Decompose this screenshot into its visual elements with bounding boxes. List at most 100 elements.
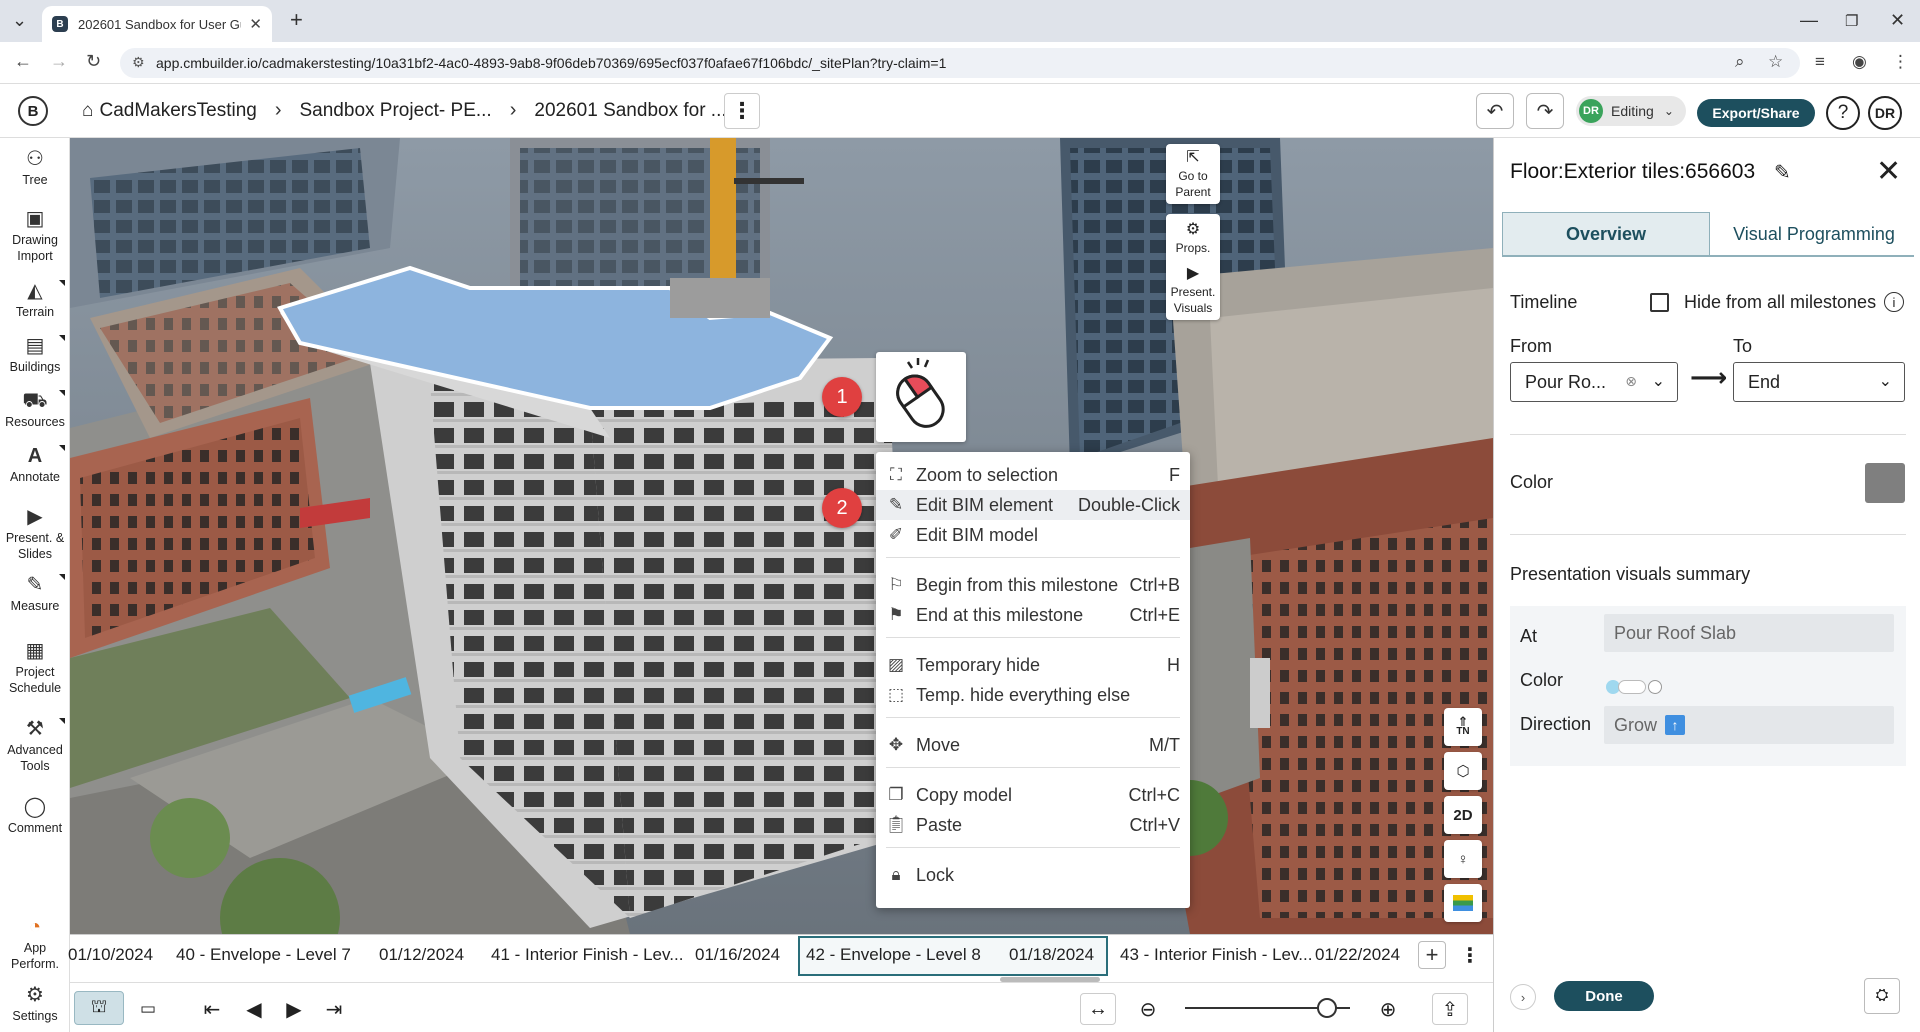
add-milestone-button[interactable]: + (1418, 941, 1446, 969)
forward-icon[interactable]: → (50, 51, 68, 72)
3d-viewport[interactable]: ⇱ Go to Parent ⚙ Props. ▶ Present. Visuals… (70, 138, 1493, 934)
milestone-date[interactable]: 01/10/2024 (68, 945, 153, 965)
export-timeline-button[interactable]: ⇪ (1432, 993, 1468, 1025)
tool-present-slides[interactable]: ▶ Present. & Slides (0, 506, 70, 562)
zoom-in-button[interactable]: ⊕ (1370, 993, 1406, 1025)
breadcrumb-org[interactable]: CadMakersTesting (99, 100, 256, 122)
breadcrumb-model[interactable]: 202601 Sandbox for ... (534, 100, 726, 122)
expand-panel-icon[interactable]: › (1510, 984, 1536, 1010)
bookmark-star-icon[interactable]: ☆ (1768, 52, 1783, 72)
tool-tree[interactable]: ⚇ Tree (0, 148, 70, 188)
site-info-icon[interactable]: ⚙ (132, 54, 145, 71)
clear-icon[interactable]: ⊗ (1625, 373, 1637, 390)
color-swatch[interactable] (1865, 463, 1905, 503)
milestone-label[interactable]: 42 - Envelope - Level 8 (806, 945, 981, 965)
true-north-button[interactable]: ⇑ TN (1444, 708, 1482, 746)
menu-item-temporary-hide[interactable]: ▨ Temporary hide H (876, 650, 1190, 680)
view-cube-button[interactable]: ⬡ (1444, 752, 1482, 790)
close-tab-icon[interactable]: ✕ (249, 15, 262, 33)
menu-item-begin-from-milestone[interactable]: ⚐ Begin from this milestone Ctrl+B (876, 570, 1190, 600)
milestone-date[interactable]: 01/12/2024 (379, 945, 464, 965)
menu-item-end-at-milestone[interactable]: ⚑ End at this milestone Ctrl+E (876, 600, 1190, 630)
new-tab-icon[interactable]: + (290, 7, 303, 33)
menu-item-move[interactable]: ✥ Move M/T (876, 730, 1190, 760)
more-options-button[interactable]: ⋮ (724, 93, 760, 129)
tab-list-icon[interactable]: ⌄ (12, 10, 27, 31)
play-button[interactable]: ▶ (276, 993, 312, 1025)
milestone-date[interactable]: 01/22/2024 (1315, 945, 1400, 965)
last-milestone-button[interactable]: ⇥ (316, 993, 352, 1025)
menu-item-edit-bim-model[interactable]: ✐ Edit BIM model (876, 520, 1190, 550)
milestone-date[interactable]: 01/18/2024 (1009, 945, 1094, 965)
info-icon[interactable]: i (1884, 292, 1904, 312)
presentation-view-button[interactable]: ▭ (130, 993, 166, 1025)
toggle-2d-button[interactable]: 2D (1444, 796, 1482, 834)
model-settings-icon[interactable]: ⛭ (1864, 978, 1900, 1014)
browser-menu-icon[interactable]: ⋮ (1892, 52, 1909, 72)
timeline-more-icon[interactable]: ⋮ (1458, 941, 1482, 969)
hide-from-milestones-checkbox[interactable] (1650, 293, 1669, 312)
tool-buildings[interactable]: ▤ Buildings (0, 335, 70, 375)
tool-advanced-tools[interactable]: ⚒ Advanced Tools (0, 718, 70, 774)
app-logo[interactable]: B (18, 96, 48, 126)
tool-resources[interactable]: ⛟ Resources (0, 390, 70, 430)
tool-project-schedule[interactable]: ▦ Project Schedule (0, 640, 70, 696)
restore-icon[interactable]: ❐ (1845, 12, 1858, 30)
tool-comment[interactable]: ◯ Comment (0, 796, 70, 836)
from-dropdown[interactable]: Pour Ro... ⊗ ⌄ (1510, 362, 1678, 402)
tab-overview[interactable]: Overview (1502, 212, 1710, 256)
tab-visual-programming[interactable]: Visual Programming (1714, 212, 1914, 256)
menu-item-temp-hide-else[interactable]: ⬚ Temp. hide everything else (876, 680, 1190, 710)
tool-app-performance[interactable]: ◔ App Perform. (0, 916, 70, 972)
menu-item-zoom-to-selection[interactable]: ⛶ Zoom to selection F (876, 460, 1190, 490)
close-icon[interactable]: ✕ (1876, 154, 1901, 189)
go-to-parent-button[interactable]: ⇱ Go to Parent (1166, 144, 1220, 204)
props-button[interactable]: ⚙ Props. (1166, 222, 1220, 256)
zoom-icon[interactable]: ⌕ (1735, 52, 1745, 72)
milestone-label[interactable]: 43 - Interior Finish - Lev... (1120, 945, 1312, 965)
milestone-label[interactable]: 41 - Interior Finish - Lev... (491, 945, 683, 965)
edit-title-icon[interactable]: ✎ (1774, 160, 1791, 185)
reload-icon[interactable]: ↻ (86, 51, 101, 72)
profile-icon[interactable]: ◉ (1852, 52, 1867, 72)
done-button[interactable]: Done (1554, 981, 1654, 1011)
menu-item-paste[interactable]: 📋︎ Paste Ctrl+V (876, 810, 1190, 840)
redo-button[interactable]: ↷ (1526, 93, 1564, 129)
milestone-label[interactable]: 40 - Envelope - Level 7 (176, 945, 351, 965)
present-visuals-button[interactable]: ▶ Present. Visuals (1166, 266, 1220, 316)
user-avatar[interactable]: DR (1868, 96, 1902, 130)
export-share-button[interactable]: Export/Share (1697, 99, 1815, 127)
home-icon[interactable]: ⌂ (82, 100, 93, 122)
layers-button[interactable] (1444, 884, 1482, 922)
help-icon[interactable]: ? (1826, 96, 1860, 130)
tool-annotate[interactable]: A Annotate (0, 445, 70, 485)
walk-mode-button[interactable]: ♀ (1444, 840, 1482, 878)
url-field[interactable]: ⚙ app.cmbuilder.io/cadmakerstesting/10a3… (120, 48, 1800, 78)
to-dropdown[interactable]: End ⌄ (1733, 362, 1905, 402)
tool-terrain[interactable]: ◭ Terrain (0, 280, 70, 320)
first-milestone-button[interactable]: ⇤ (194, 993, 230, 1025)
zoom-out-button[interactable]: ⊖ (1130, 993, 1166, 1025)
milestone-date[interactable]: 01/16/2024 (695, 945, 780, 965)
fit-timeline-button[interactable]: ↔ (1080, 993, 1116, 1025)
end-flag-icon: ⚑ (888, 605, 904, 624)
tool-measure[interactable]: ✎ Measure (0, 574, 70, 614)
browser-tab[interactable]: B 202601 Sandbox for User Guide ✕ (42, 6, 272, 42)
menu-item-edit-bim-element[interactable]: ✎ Edit BIM element Double-Click (876, 490, 1190, 520)
pv-at-label: At (1520, 626, 1538, 646)
undo-button[interactable]: ↶ (1476, 93, 1514, 129)
tool-settings[interactable]: ⚙ Settings (0, 984, 70, 1024)
slider-knob[interactable] (1317, 998, 1337, 1018)
back-icon[interactable]: ← (14, 51, 32, 72)
menu-item-lock[interactable]: 🔒︎ Lock (876, 860, 1190, 890)
tool-drawing-import[interactable]: ▣ Drawing Import (0, 208, 70, 264)
minimize-icon[interactable]: — (1800, 10, 1818, 31)
close-window-icon[interactable]: ✕ (1890, 10, 1905, 31)
model-view-button[interactable]: ⛫ (74, 991, 124, 1025)
submenu-indicator-icon (59, 280, 65, 286)
media-icon[interactable]: ≡ (1815, 52, 1825, 72)
previous-button[interactable]: ◀ (236, 993, 272, 1025)
menu-item-copy-model[interactable]: ❐ Copy model Ctrl+C (876, 780, 1190, 810)
breadcrumb-project[interactable]: Sandbox Project- PE... (300, 100, 492, 122)
editing-mode-dropdown[interactable]: DR Editing ⌄ (1576, 96, 1686, 126)
